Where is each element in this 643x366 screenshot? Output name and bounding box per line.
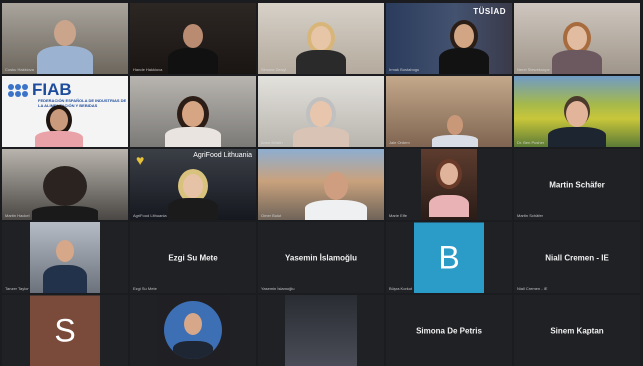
participant-name-tag: Jale Ordem [389, 140, 410, 145]
participant-video [436, 24, 492, 74]
participant-name-tag: Marie Elfe [389, 213, 408, 218]
participant-name-tag: Büşra Korkut [389, 286, 413, 291]
participant-name-tag: Simone Zewyl [261, 67, 287, 72]
fiab-logo-text: FIAB [32, 80, 72, 99]
participant-name-tag: Dr. Ben Pusher [517, 140, 545, 145]
video-grid: Cosku Hakkiova Hande Hakkiova Simone Zew… [2, 3, 640, 366]
participant-video [285, 295, 357, 366]
participant-tile[interactable]: Niall Cremen - IE Niall Cremen - IE [514, 222, 640, 293]
participant-video [35, 20, 95, 74]
participant-tile[interactable]: Simone Zewyl [258, 3, 384, 74]
participant-display-name: Martin Schäfer [549, 180, 605, 189]
participant-video [549, 26, 605, 74]
participant-name-tag: Martin Schäfer [517, 213, 544, 218]
participant-video [163, 101, 223, 147]
fiab-logo: FIAB [8, 80, 72, 100]
participant-tile[interactable]: S [2, 295, 128, 366]
participant-tile[interactable]: Martin Hackel [2, 149, 128, 220]
participant-video [157, 295, 229, 366]
participant-tile[interactable]: Simona De Petris [386, 295, 512, 366]
participant-tile[interactable]: Anne Kristin [258, 76, 384, 147]
participant-tile[interactable]: Yasemin İslamoğlu Yasemin İslamoğlu [258, 222, 384, 293]
participant-display-name: Simona De Petris [416, 326, 482, 335]
participant-tile[interactable]: B Büşra Korkut [386, 222, 512, 293]
participant-tile[interactable]: Martin Schäfer Martin Schäfer [514, 149, 640, 220]
participant-name-tag: Omer Bulut [261, 213, 282, 218]
participant-tile[interactable]: FIAB FEDERACIÓN ESPAÑOLA DE INDUSTRIAS D… [2, 76, 128, 147]
participant-name-tag: Yasemin İslamoğlu [261, 286, 295, 291]
participant-avatar: S [30, 295, 100, 366]
avatar-initial: B [438, 239, 460, 275]
participant-video [293, 26, 349, 74]
participant-name-tag: Martin Hackel [5, 213, 30, 218]
participant-tile[interactable]: Jale Ordem [386, 76, 512, 147]
participant-avatar: B [414, 222, 484, 293]
participant-video [165, 174, 221, 220]
participant-video [304, 172, 368, 220]
participant-video [165, 24, 221, 74]
participant-name-tag: Anne Kristin [261, 140, 283, 145]
participant-name-tag: Hande Hakkiova [133, 67, 163, 72]
participant-tile[interactable]: Dr. Ben Pusher [514, 76, 640, 147]
fiab-logo-icon [8, 83, 28, 97]
fiab-logo-subtitle: FEDERACIÓN ESPAÑOLA DE INDUSTRIAS DE LA … [38, 98, 127, 108]
participant-name-tag: AgriFood Lithuania [133, 213, 167, 218]
agrifood-logo: AgriFood Lithuania [193, 152, 252, 159]
organization-watermark: TÜSİAD [473, 7, 506, 16]
participant-display-name: Yasemin İslamoğlu [284, 253, 358, 262]
participant-display-name: Niall Cremen - IE [545, 253, 609, 262]
participant-tile[interactable]: Hande Hakkiova [130, 3, 256, 74]
participant-video [291, 101, 351, 147]
participant-video [32, 109, 86, 147]
participant-tile[interactable]: Nerel Stewekoupe [514, 3, 640, 74]
participant-name-tag: Nerel Stewekoupe [517, 67, 550, 72]
participant-video [30, 222, 100, 293]
participant-tile[interactable]: Tanzer Taylor [2, 222, 128, 293]
participant-tile[interactable]: Omer Bulut [258, 149, 384, 220]
participant-tile[interactable]: AgriFood Lithuania ♥ AgriFood Lithuania [130, 149, 256, 220]
participant-tile[interactable]: Marie Elfe [386, 149, 512, 220]
participant-name-tag: Niall Cremen - IE [517, 286, 548, 291]
participant-tile[interactable]: TÜSİAD Irmak Bustabogu [386, 3, 512, 74]
participant-name-tag: Tanzer Taylor [5, 286, 29, 291]
participant-name-tag: Ezgi Su Mete [133, 286, 157, 291]
heart-icon: ♥ [136, 152, 145, 168]
participant-video [421, 149, 477, 220]
participant-tile[interactable] [130, 76, 256, 147]
avatar-initial: S [54, 312, 76, 348]
participant-display-name: Ezgi Su Mete [168, 253, 218, 262]
participant-tile[interactable]: Sinem Kaptan [514, 295, 640, 366]
participant-name-tag: Irmak Bustabogu [389, 67, 420, 72]
participant-tile[interactable]: Cosku Hakkiova [2, 3, 128, 74]
participant-video [547, 101, 607, 147]
participant-name-tag: Cosku Hakkiova [5, 67, 34, 72]
participant-display-name: Sinem Kaptan [550, 326, 604, 335]
participant-tile[interactable] [130, 295, 256, 366]
participant-video [31, 166, 99, 220]
participant-tile[interactable] [258, 295, 384, 366]
participant-tile[interactable]: Ezgi Su Mete Ezgi Su Mete [130, 222, 256, 293]
participant-video [429, 115, 481, 147]
